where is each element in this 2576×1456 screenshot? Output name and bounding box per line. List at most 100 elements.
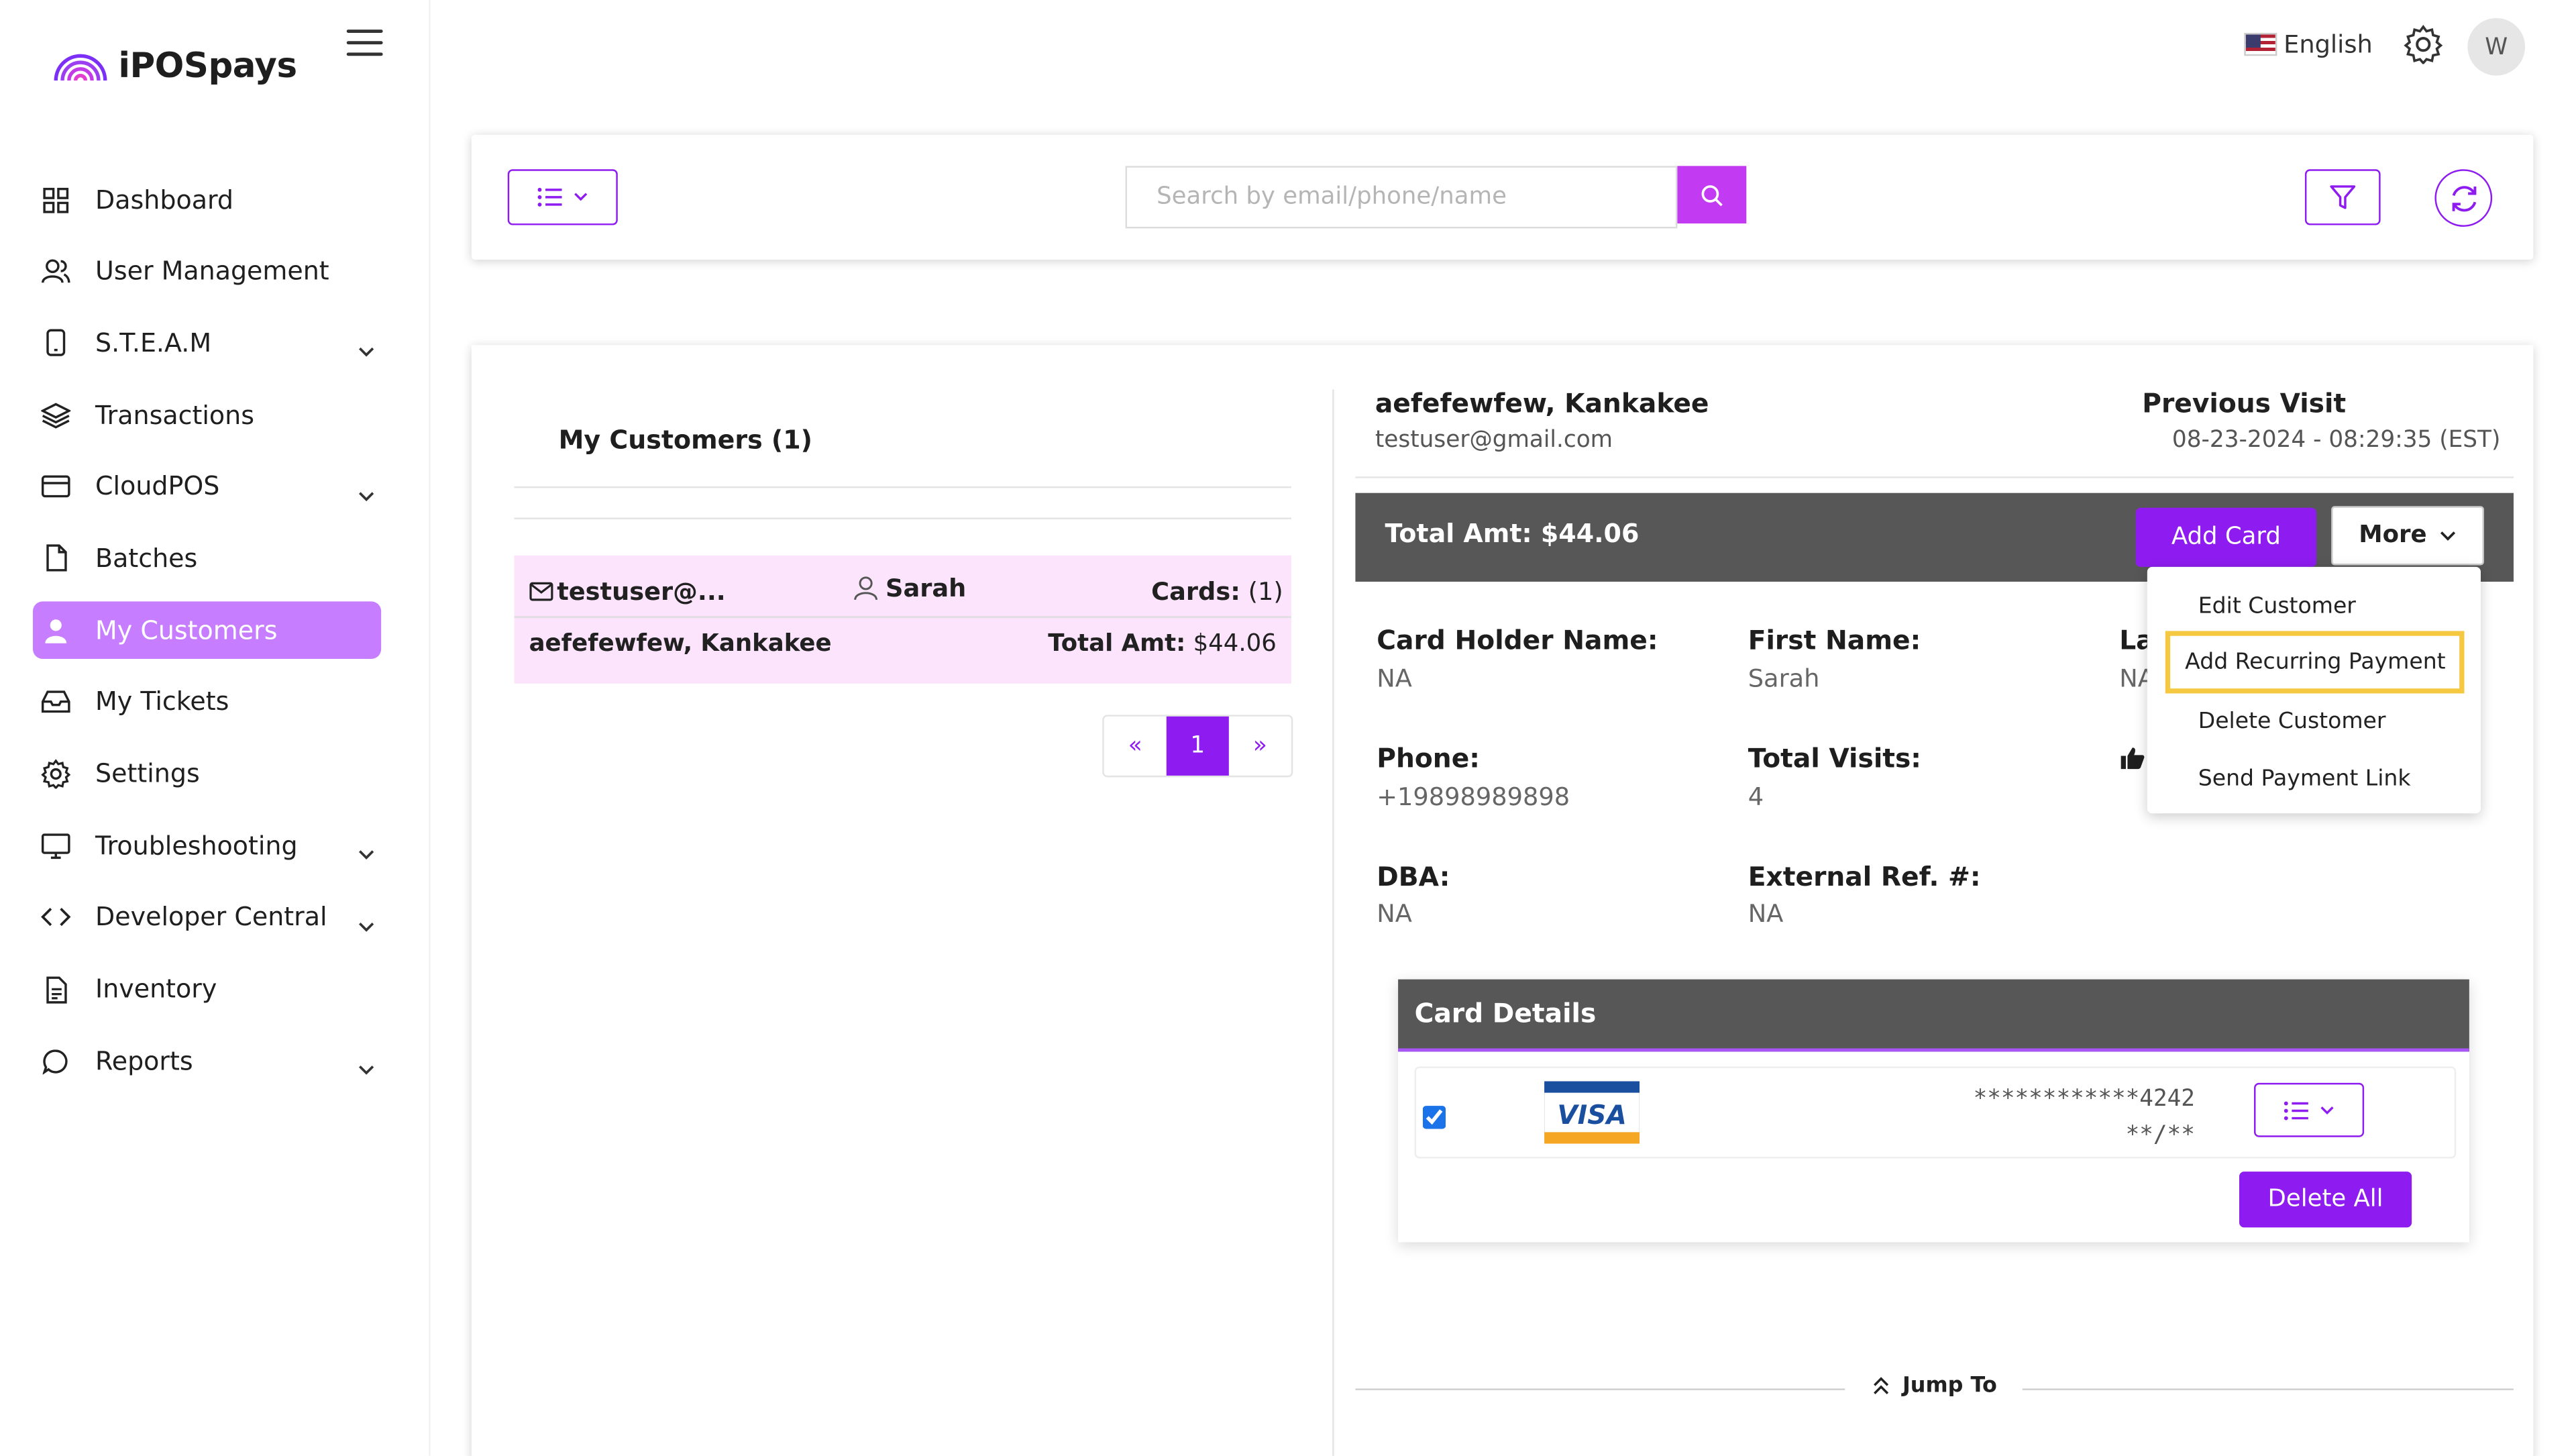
search-input[interactable] [1125,166,1678,229]
sidebar-item-label: Settings [95,759,200,789]
refresh-icon [2451,185,2476,211]
settings-gear-icon[interactable] [2404,25,2443,71]
card-actions-dropdown-button[interactable] [2254,1082,2365,1137]
avatar[interactable]: W [2467,17,2526,76]
filter-icon [2330,185,2356,209]
more-button[interactable]: More [2331,506,2484,566]
code-icon [41,902,71,932]
cards-label: Cards: [1151,576,1240,607]
sidebar-item-label: Inventory [95,974,217,1004]
file-icon [41,543,70,573]
total-label: Total Amt: [1048,631,1186,658]
sidebar-item-troubleshooting[interactable]: Troubleshooting [33,817,381,875]
sidebar-item-label: Dashboard [95,185,233,215]
tablet-icon [41,328,70,358]
total-visits-value: 4 [1748,782,1764,812]
sidebar-item-settings[interactable]: Settings [33,745,381,803]
sidebar-item-label: Transactions [95,400,254,430]
phone-value: +19898989898 [1377,782,1570,812]
customer-cards-count: Cards: (1) [1151,577,1283,607]
sidebar-item-label: S.T.E.A.M [95,328,212,358]
customer-detail-email: testuser@gmail.com [1375,427,1613,454]
double-chevron-up-icon [1874,1377,1889,1394]
chevron-down-icon[interactable] [358,478,374,509]
menu-item-delete-customer[interactable]: Delete Customer [2165,696,2465,745]
menu-item-send-payment-link[interactable]: Send Payment Link [2165,754,2465,803]
previous-visit-label: Previous Visit [2142,387,2347,419]
card-select-checkbox[interactable] [1422,1106,1446,1129]
pagination-next[interactable]: » [1229,717,1291,776]
pagination-page[interactable]: 1 [1166,716,1229,776]
sidebar-item-inventory[interactable]: Inventory [33,961,381,1019]
sidebar-item-label: My Customers [95,615,278,645]
pagination-prev[interactable]: « [1104,717,1167,776]
divider [1355,1388,1845,1390]
dba-label: DBA: [1377,861,1450,892]
sidebar-nav: Dashboard User Management S.T.E.A.M Tran… [32,171,382,1104]
divider [1355,476,2514,478]
customer-total-amount: Total Amt: $44.06 [1048,631,1277,657]
chevron-down-icon[interactable] [358,837,374,868]
user-outline-icon [854,576,878,601]
sidebar-item-batches[interactable]: Batches [33,530,381,588]
sidebar-item-label: Developer Central [95,902,327,933]
hamburger-menu-icon[interactable] [346,30,383,59]
logo[interactable]: iPOSpays [52,46,297,86]
list-view-dropdown-button[interactable] [507,169,618,225]
customer-list-item[interactable]: testuser@... Sarah Cards: (1) aefefewfew… [514,555,1291,684]
us-flag-icon [2244,32,2277,56]
delete-all-button[interactable]: Delete All [2239,1172,2412,1228]
document-icon [41,974,70,1004]
chat-icon [41,1046,70,1076]
dba-value: NA [1377,898,1412,929]
chevron-down-icon [2440,530,2456,540]
sidebar-item-label: My Tickets [95,687,229,717]
sidebar-item-steam[interactable]: S.T.E.A.M [33,315,381,372]
sidebar-item-dashboard[interactable]: Dashboard [33,171,381,229]
divider [2022,1388,2514,1390]
divider [514,486,1291,488]
card-row: VISA ************4242 **/** [1414,1066,2457,1159]
sidebar-item-cloudpos[interactable]: CloudPOS [33,458,381,516]
sidebar-item-transactions[interactable]: Transactions [33,386,381,444]
search-toolbar [471,134,2534,260]
cards-count: (1) [1248,576,1283,607]
card-details-title: Card Details [1414,997,1597,1029]
sidebar: iPOSpays Dashboard User Management S.T.E… [0,0,431,1456]
card-holder-value: NA [1377,664,1412,694]
search-button[interactable] [1677,166,1747,224]
jump-to-label: Jump To [1902,1373,1997,1399]
sidebar-item-label: Batches [95,543,198,574]
add-card-button[interactable]: Add Card [2135,507,2317,567]
phone-label: Phone: [1377,742,1480,774]
jump-to-link[interactable]: Jump To [1873,1373,1997,1398]
total-value: $44.06 [1193,631,1277,658]
list-icon [537,187,562,207]
list-icon [2284,1100,2308,1120]
customer-list-title: My Customers (1) [558,425,813,456]
sidebar-item-label: Reports [95,1046,193,1076]
first-name-label: First Name: [1748,624,1921,656]
sidebar-item-my-tickets[interactable]: My Tickets [33,674,381,731]
sidebar-item-my-customers[interactable]: My Customers [32,601,382,660]
customer-email: testuser@... [529,577,726,607]
chevron-down-icon[interactable] [358,334,374,366]
chevron-down-icon[interactable] [358,1052,374,1084]
sidebar-item-reports[interactable]: Reports [33,1033,381,1090]
logo-text: iPOSpays [118,46,297,86]
menu-item-add-recurring-payment[interactable]: Add Recurring Payment [2165,631,2465,694]
panel-divider [1332,389,1334,1456]
chevron-down-icon[interactable] [358,908,374,940]
menu-item-edit-customer[interactable]: Edit Customer [2165,582,2465,631]
refresh-button[interactable] [2434,169,2493,227]
monitor-icon [41,831,70,860]
svg-text:VISA: VISA [1557,1100,1626,1131]
layers-icon [41,400,71,429]
language-selector[interactable]: English [2244,30,2373,59]
customer-full-name: aefefewfew, Kankakee [529,631,832,658]
filter-button[interactable] [2304,169,2381,225]
user-icon [41,615,70,645]
sidebar-item-user-management[interactable]: User Management [33,243,381,301]
pagination: « 1 » [1102,715,1293,778]
sidebar-item-developer-central[interactable]: Developer Central [33,889,381,947]
